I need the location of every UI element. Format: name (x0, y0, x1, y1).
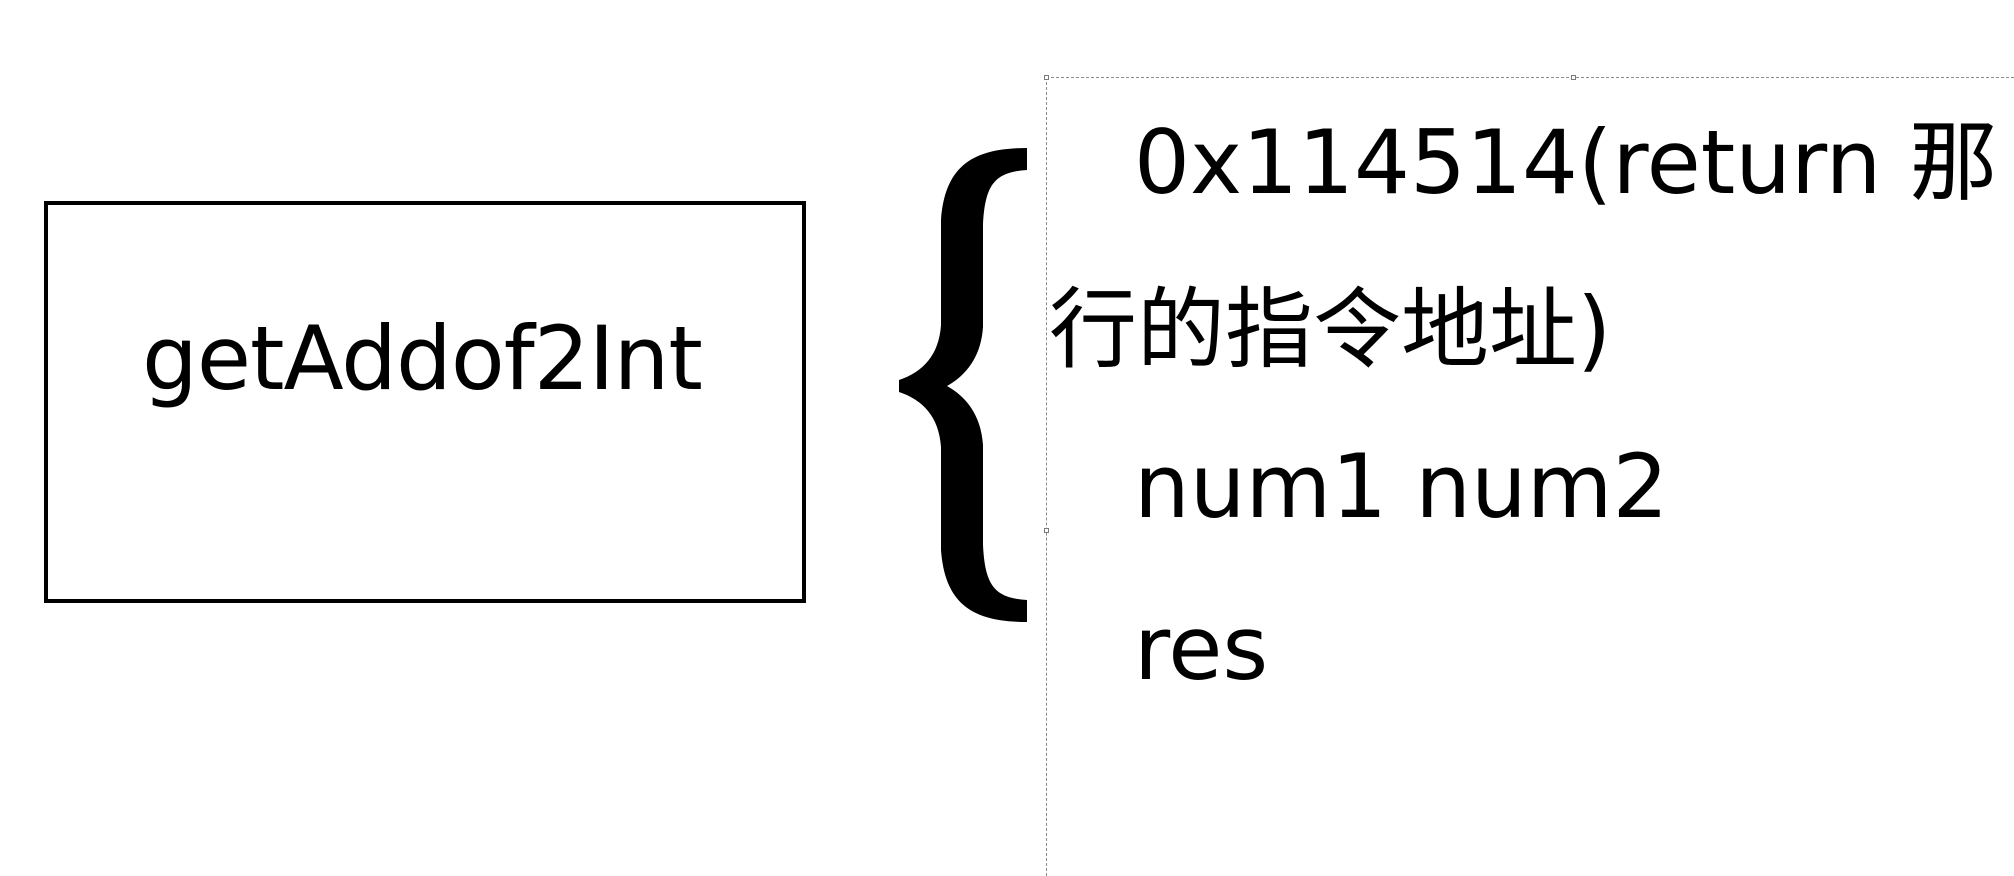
return-address-line: 0x114514(return 那 (1134, 111, 1998, 214)
return-address-line-continued: 行的指令地址) (1049, 278, 1612, 381)
local-var-line: res (1134, 597, 1269, 700)
resize-handle-middle-left[interactable] (1044, 528, 1049, 533)
params-line: num1 num2 (1134, 435, 1669, 538)
curly-brace-icon (899, 148, 1027, 622)
resize-handle-top-left[interactable] (1044, 75, 1049, 80)
stack-frame-textbox[interactable]: 0x114514(return 那 行的指令地址) num1 num2 res (1044, 75, 2014, 876)
function-box: getAddof2Int (44, 201, 806, 603)
function-name-label: getAddof2Int (142, 307, 703, 410)
resize-handle-top-middle[interactable] (1571, 75, 1576, 80)
